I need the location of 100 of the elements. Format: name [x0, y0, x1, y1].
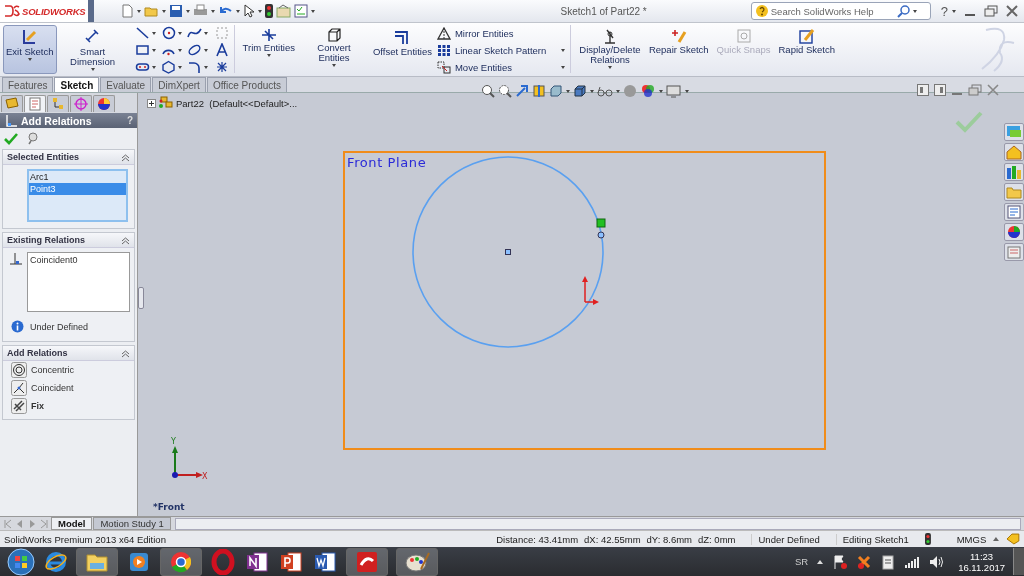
- circle-icon[interactable]: [160, 26, 176, 40]
- tree-item[interactable]: Part22 (Default<<Default>...: [176, 97, 298, 109]
- ribbon-button[interactable]: Repair Sketch: [645, 25, 712, 74]
- feature-tree-icon[interactable]: [1, 95, 23, 112]
- command-tab[interactable]: Features: [2, 77, 54, 92]
- home-icon[interactable]: [1003, 143, 1024, 161]
- list-item[interactable]: Arc1: [29, 171, 126, 183]
- browser-e-icon[interactable]: [44, 549, 68, 574]
- ribbon-button[interactable]: Convert Entities: [299, 25, 368, 74]
- document-tab[interactable]: Model: [51, 517, 93, 530]
- ribbon-button[interactable]: Exit Sketch: [3, 25, 57, 74]
- ribbon-button[interactable]: Offset Entities: [369, 25, 435, 74]
- ellipse-icon[interactable]: [186, 43, 202, 57]
- property-manager-icon[interactable]: [24, 95, 46, 112]
- ribbon-button[interactable]: Rapid Sketch: [775, 25, 838, 74]
- checklist-icon[interactable]: [294, 4, 308, 18]
- start-button-icon[interactable]: [6, 547, 36, 576]
- monitor-settings-icon[interactable]: [666, 84, 682, 98]
- display-style-icon[interactable]: [573, 84, 587, 98]
- tile-left-icon[interactable]: [917, 84, 929, 96]
- coincident-icon[interactable]: [11, 380, 27, 396]
- units-selector[interactable]: MMGS: [956, 533, 987, 545]
- view-palette-icon[interactable]: [1003, 203, 1024, 221]
- close-icon[interactable]: [1006, 5, 1018, 17]
- print-icon[interactable]: [193, 4, 208, 18]
- zoom-area-icon[interactable]: [498, 84, 512, 98]
- splitter-handle[interactable]: [138, 286, 144, 309]
- search-bar[interactable]: Search SolidWorks Help: [750, 2, 931, 20]
- library-icon[interactable]: [1003, 163, 1024, 181]
- command-tab[interactable]: Evaluate: [100, 77, 152, 92]
- search-icon[interactable]: [896, 4, 911, 18]
- view-orientation-icon[interactable]: [549, 84, 563, 98]
- group-heading: Selected Entities: [7, 152, 80, 162]
- caret-up-icon[interactable]: [816, 558, 825, 565]
- ribbon-button[interactable]: Display/Delete Relations: [575, 25, 644, 74]
- language-indicator[interactable]: SR: [794, 556, 809, 567]
- cad-app-icon[interactable]: [346, 547, 388, 576]
- search-field[interactable]: Search SolidWorks Help: [770, 5, 895, 17]
- relation-option[interactable]: Coincident: [31, 383, 74, 393]
- traffic-light-icon[interactable]: [924, 533, 931, 545]
- antivirus-icon[interactable]: [856, 553, 873, 570]
- collapse-icon[interactable]: [121, 235, 130, 245]
- ok-check-icon[interactable]: [4, 132, 18, 145]
- help-button[interactable]: ?: [940, 3, 948, 19]
- confirm-check-icon[interactable]: [955, 111, 983, 133]
- scene-icon[interactable]: [640, 84, 656, 98]
- document-tab[interactable]: Motion Study 1: [93, 517, 171, 530]
- save-icon[interactable]: [169, 4, 183, 18]
- collapse-icon[interactable]: [121, 152, 130, 162]
- tile-right-icon[interactable]: [934, 84, 946, 96]
- rectangle-icon[interactable]: [134, 43, 150, 57]
- new-document-icon[interactable]: [120, 4, 134, 18]
- file-explorer-icon[interactable]: [76, 547, 118, 576]
- center-point[interactable]: [505, 249, 511, 255]
- collapse-icon[interactable]: [121, 348, 130, 358]
- section-view-icon[interactable]: [532, 84, 546, 98]
- expand-icon[interactable]: [147, 98, 156, 108]
- command-tab[interactable]: Office Products: [206, 77, 288, 92]
- fillet-icon[interactable]: [186, 60, 202, 74]
- close-icon[interactable]: [987, 84, 999, 96]
- point-icon[interactable]: [214, 60, 229, 74]
- clipboard-icon[interactable]: [880, 553, 897, 570]
- ribbon-command[interactable]: Move Entities: [454, 61, 512, 73]
- polygon-icon[interactable]: [160, 60, 176, 74]
- crosshair-icon[interactable]: [70, 95, 92, 112]
- clock-date[interactable]: 16.11.2017: [958, 561, 1005, 573]
- clock-time[interactable]: 11:23: [970, 550, 994, 562]
- concentric-icon[interactable]: [11, 362, 27, 378]
- command-tab[interactable]: DimXpert: [152, 77, 206, 92]
- ribbon-button[interactable]: Trim Entities: [239, 25, 298, 74]
- tag-icon[interactable]: [1006, 533, 1020, 545]
- chrome-icon[interactable]: [160, 547, 202, 576]
- relations-list[interactable]: Coincident0: [27, 252, 130, 312]
- traffic-light-icon[interactable]: [265, 4, 273, 18]
- restore-icon[interactable]: [984, 5, 998, 17]
- list-item[interactable]: Coincident0: [28, 253, 129, 267]
- options-icon[interactable]: [276, 4, 291, 18]
- selected-point[interactable]: [596, 218, 606, 239]
- relation-option[interactable]: Fix: [31, 401, 44, 411]
- pushpin-icon[interactable]: [27, 132, 39, 145]
- previous-view-icon[interactable]: [515, 84, 529, 98]
- horizontal-scrollbar[interactable]: [174, 517, 1021, 530]
- slot-icon[interactable]: [134, 60, 150, 74]
- command-tab[interactable]: Sketch: [54, 77, 100, 92]
- relation-option[interactable]: Concentric: [31, 365, 75, 375]
- paint-palette-icon[interactable]: [396, 547, 438, 576]
- glasses-icon[interactable]: [597, 84, 613, 98]
- fix-anchor-icon[interactable]: [11, 398, 27, 414]
- ribbon-button[interactable]: Smart Dimension: [58, 25, 127, 74]
- selection-list[interactable]: Arc1 Point3: [27, 169, 128, 222]
- pointer-icon[interactable]: [243, 4, 255, 18]
- zoom-fit-icon[interactable]: [481, 84, 495, 98]
- flag-icon[interactable]: [832, 553, 849, 570]
- ribbon-command[interactable]: Linear Sketch Pattern: [454, 44, 547, 56]
- browser-o-icon[interactable]: [210, 548, 236, 575]
- text-icon[interactable]: [214, 43, 229, 57]
- spline-icon[interactable]: [186, 26, 202, 40]
- caret-up-icon[interactable]: [992, 536, 1001, 542]
- line-icon[interactable]: [134, 26, 150, 40]
- ribbon-command[interactable]: Mirror Entities: [454, 27, 514, 39]
